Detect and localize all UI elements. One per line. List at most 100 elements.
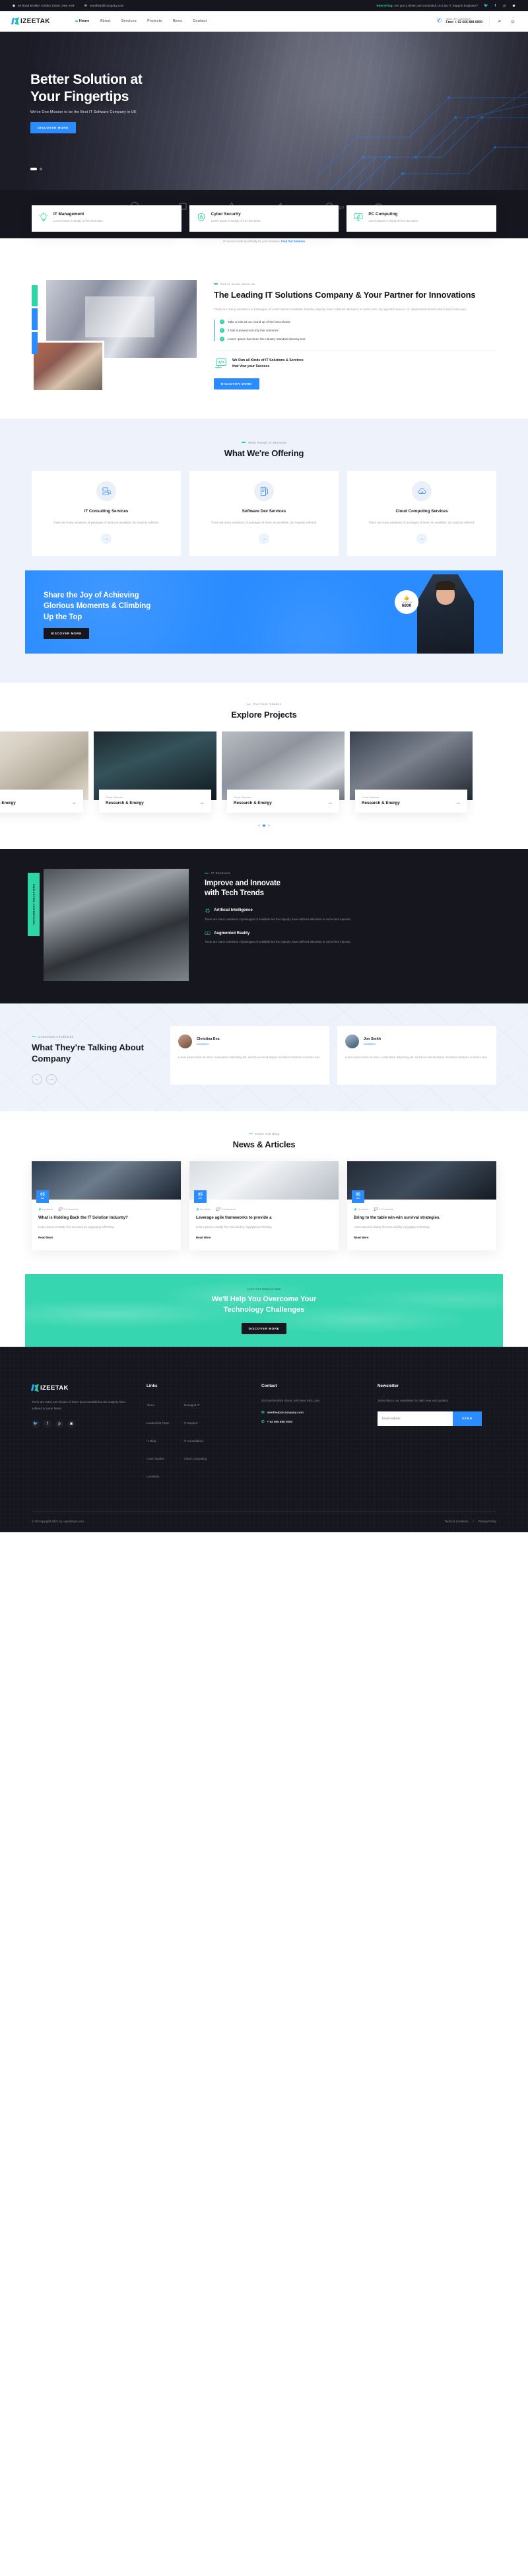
cta-blue-line3: Up the Top <box>44 613 82 621</box>
footer-link-leadership[interactable]: Leadership Team <box>147 1421 169 1425</box>
news-author: ◉ by admin <box>38 1207 53 1211</box>
project-card[interactable]: Cloud Services Research & Energy → <box>94 731 216 813</box>
project-card[interactable]: Cloud Services Research & Energy → <box>0 731 88 813</box>
footer-link-blog[interactable]: IT Blog <box>147 1439 156 1442</box>
projects-title: Explore Projects <box>231 710 297 720</box>
nav-item-news[interactable]: News <box>173 19 183 23</box>
instagram-icon[interactable]: ◙ <box>512 3 516 8</box>
arrow-right-icon[interactable]: → <box>327 799 333 805</box>
read-more-link[interactable]: Read More <box>196 1236 211 1239</box>
facebook-icon[interactable]: f <box>493 3 498 8</box>
hero-content: Better Solution at Your Fingertips We've… <box>30 71 314 134</box>
about-check-text: Take a look at our round up of the best … <box>228 320 290 323</box>
footer-link-about[interactable]: About <box>147 1404 154 1407</box>
header-phone-block[interactable]: ✆ Have any questions? Free: + 92 666 888… <box>436 17 482 25</box>
offering-card-desc: There are many variations of passages of… <box>53 520 160 524</box>
nav-item-contact[interactable]: Contact <box>193 19 207 23</box>
feature-card-cyber-security[interactable]: Cyber Security Lorem ipsum is simply of … <box>189 205 339 232</box>
twitter-icon[interactable]: 🐦 <box>484 3 488 8</box>
comment-icon: 💬 <box>374 1207 378 1211</box>
project-card[interactable]: Cloud Services Research & Energy → <box>222 731 345 813</box>
innovate-title-line2: with Tech Trends <box>205 889 264 897</box>
cta-blue-line2: Glorious Moments & Climbing <box>44 602 151 611</box>
read-more-link[interactable]: Read More <box>354 1236 368 1239</box>
feature-card-it-management[interactable]: IT Management Lorem ipsum is simply of f… <box>32 205 182 232</box>
footer-phone[interactable]: ✆ + 92 666 888 0000 <box>261 1420 360 1424</box>
offering-card-software-dev[interactable]: Software Dev Services There are many var… <box>189 471 339 556</box>
projects-slider-dots[interactable] <box>0 824 528 827</box>
pinterest-icon[interactable]: p <box>502 3 507 8</box>
nav-item-projects[interactable]: Projects <box>147 19 162 23</box>
footer-link-it-consultancy[interactable]: IT Consultancy <box>183 1439 203 1442</box>
user-account-icon[interactable]: ☺ <box>510 18 516 24</box>
innovate-item-desc: There are many variations of passages of… <box>205 917 351 921</box>
about-cta-button[interactable]: DISCOVER MORE <box>214 378 259 390</box>
cta-blue-banner: Share the Joy of Achieving Glorious Mome… <box>25 570 503 654</box>
news-card[interactable]: 05 Jan ◉ by admin 💬 2 Comments What is Hol… <box>32 1161 181 1251</box>
arrow-right-icon[interactable]: → <box>199 799 205 805</box>
twitter-icon[interactable]: 🐦 <box>32 1419 40 1428</box>
arrow-left-icon[interactable]: ← <box>32 1074 42 1085</box>
read-more-link[interactable]: Read More <box>38 1236 53 1239</box>
phone-icon: ✆ <box>436 17 442 24</box>
project-card[interactable]: Cloud Services Research & Energy → <box>350 731 473 813</box>
news-comments: 💬 2 Comments <box>216 1207 236 1211</box>
offering-title: What We're Offering <box>224 448 304 458</box>
arrow-right-icon[interactable]: → <box>46 1074 57 1085</box>
footer-link-it-support[interactable]: IT Support <box>183 1421 197 1425</box>
newsletter-send-button[interactable]: SEND <box>453 1411 482 1426</box>
about-tagline-block: We Run all Kinds of IT Solutions & Servi… <box>214 358 496 370</box>
cta-blue-button[interactable]: DISCOVER MORE <box>44 628 89 639</box>
footer-link-locations[interactable]: Locations <box>147 1475 159 1478</box>
topbar-hiring-notice[interactable]: Now Hiring: Are you a driven and motivat… <box>376 4 478 7</box>
hero-cta-button[interactable]: DISCOVER MORE <box>30 122 76 134</box>
arrow-right-icon[interactable]: → <box>455 799 461 805</box>
hero-slide-dot-1[interactable] <box>30 168 37 170</box>
arrow-right-icon[interactable]: → <box>416 533 427 544</box>
news-date-badge: 05 Jan <box>194 1190 207 1203</box>
footer-newsletter-column: Newsletter Subscribe to our newsletter f… <box>378 1384 496 1481</box>
arrow-right-icon[interactable]: → <box>259 533 269 544</box>
cta-green-button[interactable]: DISCOVER MORE <box>241 1322 287 1334</box>
footer-logo[interactable]: IZEETAK <box>30 1384 129 1392</box>
projects-dot-3[interactable] <box>267 824 271 827</box>
offering-card-cloud-computing[interactable]: Cloud Computing Services There are many … <box>347 471 496 556</box>
offering-card-it-consulting[interactable]: IT Consulting Services There are many va… <box>32 471 181 556</box>
nav-item-about[interactable]: About <box>100 19 110 23</box>
feature-title: IT Management <box>53 212 84 217</box>
hero-slider-dots[interactable] <box>30 168 42 170</box>
instagram-icon[interactable]: ◙ <box>67 1419 75 1428</box>
projects-section: Our Case Studies Explore Projects Cloud … <box>0 683 528 850</box>
feature-card-pc-computing[interactable]: PC Computing Lorem ipsum is simply of fr… <box>346 205 497 232</box>
projects-dot-1[interactable] <box>257 824 261 827</box>
find-out-solution-link[interactable]: Find Out Solution <box>281 240 305 243</box>
brand-logo[interactable]: IZEETAK <box>11 17 50 25</box>
pinterest-icon[interactable]: p <box>55 1419 63 1428</box>
news-card[interactable]: 05 Jan ◉ by admin 💬 2 Comments Leverage ag… <box>189 1161 339 1251</box>
search-icon[interactable]: ⌕ <box>496 18 503 24</box>
footer-link-cloud-computing[interactable]: Cloud Computing <box>183 1457 207 1460</box>
facebook-icon[interactable]: f <box>44 1419 51 1428</box>
nav-item-home[interactable]: Home <box>75 19 90 23</box>
monitor-pen-icon <box>353 212 364 222</box>
hero-slide-dot-2[interactable] <box>40 168 42 170</box>
privacy-link[interactable]: Privacy Policy <box>478 1520 496 1523</box>
projects-dot-2[interactable] <box>263 824 265 827</box>
footer-email[interactable]: ✉ needhelp@company.com <box>261 1411 360 1415</box>
about-tagline-line2: that Vow your Success <box>232 364 270 369</box>
cta-blue-line1: Share the Joy of Achieving <box>44 592 139 599</box>
nav-item-services[interactable]: Services <box>121 19 137 23</box>
news-card-excerpt: Lorem ipsum is simply free text used by … <box>196 1225 273 1229</box>
footer-link-managed-it[interactable]: Managed IT <box>183 1404 199 1407</box>
news-card[interactable]: 05 Jan ◉ by admin 💬 2 Comments Bring to th… <box>347 1161 496 1251</box>
footer-link-case-studies[interactable]: Case Studies <box>147 1457 164 1460</box>
arrow-right-icon[interactable]: → <box>101 533 112 544</box>
about-content: Get to Know About us The Leading IT Solu… <box>214 280 496 390</box>
topbar-email[interactable]: ✉ needhelp@company.com <box>84 4 124 8</box>
innovate-section: TECHNOLOGY SOLUTIONS IT Solutions Improv… <box>0 849 528 1004</box>
testimonial-quote: Lorem ipsum dolor sit amet, consectetur … <box>178 1056 321 1060</box>
cta-green-line1: We'll Help You Overcome Your <box>211 1295 317 1304</box>
terms-link[interactable]: Terms & Condition <box>445 1520 469 1523</box>
newsletter-email-input[interactable] <box>378 1411 453 1426</box>
arrow-right-icon[interactable]: → <box>71 799 77 805</box>
